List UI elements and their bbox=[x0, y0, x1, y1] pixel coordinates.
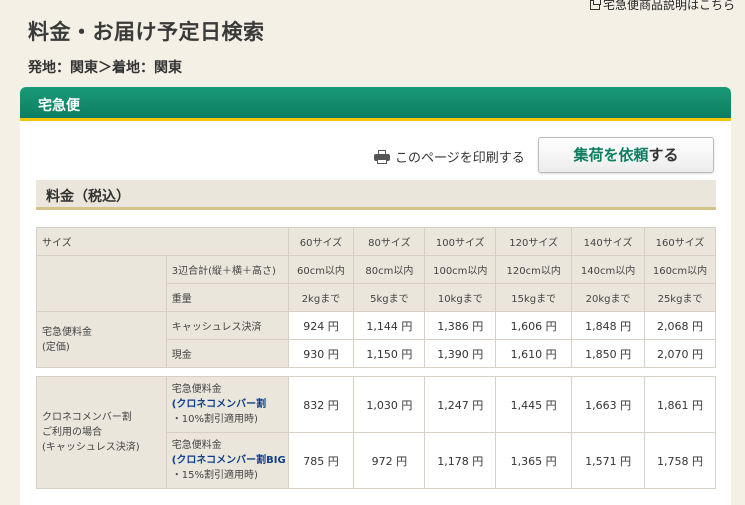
price-cell: 1,848 円 bbox=[571, 311, 646, 340]
plan-note: ・15%割引適用時) bbox=[171, 470, 258, 481]
price-cell: 1,144 円 bbox=[353, 311, 426, 340]
member-plan-label: 宅急便料金 (クロネコメンバー割 ・10%割引適用時) bbox=[165, 376, 289, 433]
member-discount-label: クロネコメンバー割 ご利用の場合 (キャッシュレス決済) bbox=[36, 376, 167, 489]
price-cell: 1,150 円 bbox=[353, 339, 426, 368]
request-pickup-label-main: 集荷を依頼 bbox=[573, 146, 649, 164]
price-cell: 1,030 円 bbox=[353, 376, 426, 433]
price-cell: 1,247 円 bbox=[424, 376, 497, 433]
price-cell: 1,606 円 bbox=[495, 311, 573, 340]
price-cell: 1,850 円 bbox=[571, 339, 646, 368]
price-cell: 1,610 円 bbox=[495, 339, 573, 368]
plan-line1: 宅急便料金 bbox=[171, 440, 222, 451]
price-cell: 2,070 円 bbox=[644, 339, 716, 368]
weight-header: 重量 bbox=[165, 283, 289, 312]
regular-rate-label: 宅急便料金 (定価) bbox=[36, 311, 167, 368]
price-cell: 2,068 円 bbox=[644, 311, 716, 340]
dimension-row: 3辺合計(縦＋横＋高さ) 60cm以内 80cm以内 100cm以内 120cm… bbox=[36, 255, 716, 312]
price-cell: 1,861 円 bbox=[644, 376, 716, 433]
price-cell: 1,663 円 bbox=[571, 376, 646, 433]
size-cell: 60サイズ bbox=[287, 227, 355, 256]
payment-method-label: 現金 bbox=[165, 339, 289, 368]
route-summary: 発地：関東＞着地：関東 bbox=[28, 60, 182, 76]
dimension-cell: 140cm以内 bbox=[571, 255, 646, 284]
product-info-link[interactable]: 宅急便商品説明はこちら bbox=[589, 0, 735, 13]
price-cell: 930 円 bbox=[287, 339, 355, 368]
rate-table: サイズ 60サイズ 80サイズ 100サイズ 120サイズ 140サイズ 160… bbox=[36, 227, 716, 368]
price-cell: 1,571 円 bbox=[571, 432, 646, 489]
page-title: 料金・お届け予定日検索 bbox=[28, 20, 265, 44]
rate-panel: 宅急便 このページを印刷する 集荷を依頼する 料金（税込） サイズ 60サイズ … bbox=[20, 87, 731, 505]
section-title: 料金（税込） bbox=[36, 180, 716, 210]
size-cell: 100サイズ bbox=[424, 227, 497, 256]
dimension-cell: 100cm以内 bbox=[424, 255, 497, 284]
weight-cell: 5kgまで bbox=[353, 283, 426, 312]
price-cell: 924 円 bbox=[287, 311, 355, 340]
print-link-label: このページを印刷する bbox=[395, 151, 525, 166]
weight-cell: 25kgまで bbox=[644, 283, 716, 312]
price-cell: 1,390 円 bbox=[424, 339, 497, 368]
member-discount-link[interactable]: (クロネコメンバー割 bbox=[172, 397, 288, 412]
price-cell: 1,365 円 bbox=[495, 432, 573, 489]
member-discount-table: クロネコメンバー割 ご利用の場合 (キャッシュレス決済) 宅急便料金 (クロネコ… bbox=[36, 376, 716, 489]
payment-method-label: キャッシュレス決済 bbox=[165, 311, 289, 340]
size-cell: 80サイズ bbox=[353, 227, 426, 256]
plan-line1: 宅急便料金 bbox=[171, 384, 222, 395]
weight-cell: 20kgまで bbox=[571, 283, 646, 312]
external-link-icon bbox=[589, 0, 601, 10]
price-cell: 1,178 円 bbox=[424, 432, 497, 489]
price-cell: 972 円 bbox=[353, 432, 426, 489]
product-info-link-label: 宅急便商品説明はこちら bbox=[602, 0, 735, 12]
request-pickup-button[interactable]: 集荷を依頼する bbox=[538, 137, 714, 173]
weight-cell: 2kgまで bbox=[287, 283, 355, 312]
size-row: サイズ 60サイズ 80サイズ 100サイズ 120サイズ 140サイズ 160… bbox=[36, 227, 716, 256]
plan-note: ・10%割引適用時) bbox=[171, 414, 258, 425]
weight-cell: 10kgまで bbox=[424, 283, 497, 312]
price-cell: 785 円 bbox=[287, 432, 355, 489]
member-plan-label: 宅急便料金 (クロネコメンバー割BIG ・15%割引適用時) bbox=[165, 432, 289, 489]
price-cell: 1,386 円 bbox=[424, 311, 497, 340]
size-cell: 140サイズ bbox=[571, 227, 646, 256]
size-cell: 120サイズ bbox=[495, 227, 573, 256]
print-link[interactable]: このページを印刷する bbox=[374, 147, 525, 166]
size-header: サイズ bbox=[36, 227, 289, 256]
member-price-row-10: クロネコメンバー割 ご利用の場合 (キャッシュレス決済) 宅急便料金 (クロネコ… bbox=[36, 376, 716, 489]
weight-cell: 15kgまで bbox=[495, 283, 573, 312]
price-cell: 832 円 bbox=[287, 376, 355, 433]
price-cell: 1,758 円 bbox=[644, 432, 716, 489]
request-pickup-label-suffix: する bbox=[648, 146, 679, 164]
dimension-cell: 60cm以内 bbox=[287, 255, 355, 284]
printer-icon bbox=[374, 149, 390, 164]
dimension-cell: 160cm以内 bbox=[644, 255, 716, 284]
dimension-cell: 120cm以内 bbox=[495, 255, 573, 284]
dimension-cell: 80cm以内 bbox=[353, 255, 426, 284]
price-row-cashless: 宅急便料金 (定価) キャッシュレス決済 924 円 1,144 円 1,386… bbox=[36, 311, 716, 368]
panel-header: 宅急便 bbox=[20, 87, 731, 121]
size-cell: 160サイズ bbox=[644, 227, 716, 256]
member-discount-big-link[interactable]: (クロネコメンバー割BIG bbox=[172, 453, 288, 468]
dimension-header: 3辺合計(縦＋横＋高さ) bbox=[165, 255, 289, 284]
price-cell: 1,445 円 bbox=[495, 376, 573, 433]
